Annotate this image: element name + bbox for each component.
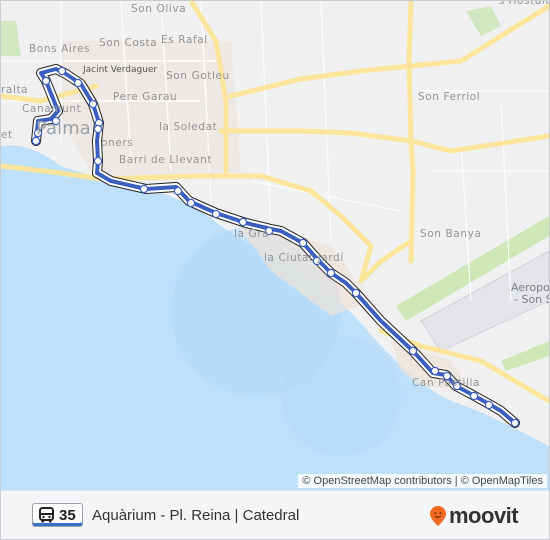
place-label: la Soledat [159,121,218,133]
moovit-pin-icon [430,506,446,526]
place-label: Can Pastilla [412,377,481,389]
bus-stop-marker[interactable] [238,217,248,227]
place-label: Bons Aires [29,43,91,55]
route-badge: 35 [32,503,83,527]
bus-stop-marker[interactable] [57,66,67,76]
bus-stop-marker[interactable] [484,400,494,410]
route-map[interactable]: Son Oliva Bons Aires Son Costa Es Rafal … [1,1,549,490]
bus-stop-marker[interactable] [510,418,520,428]
bus-stop-marker[interactable] [93,124,103,134]
bus-stop-marker[interactable] [186,198,196,208]
place-label: oners [101,137,134,149]
map-card: Son Oliva Bons Aires Son Costa Es Rafal … [0,0,550,540]
bus-icon [39,507,54,523]
place-label: Son Banya [420,228,482,240]
bus-stop-marker[interactable] [326,268,336,278]
place-label: s'Hostalot [499,1,549,7]
place-label: Jacint Verdaguer [83,65,158,75]
place-label: Barri de Llevant [119,154,213,166]
moovit-logo[interactable]: moovit [429,503,519,528]
bus-stop-marker[interactable] [73,78,83,88]
place-label: et [1,129,13,141]
place-label: Es Rafal [161,34,208,46]
bus-stop-marker[interactable] [139,184,149,194]
place-label: Pere Garau [113,91,178,103]
bus-stop-marker[interactable] [88,99,98,109]
route-name: Aquàrium - Pl. Reina | Catedral [92,507,300,524]
bus-stop-marker[interactable] [173,186,183,196]
bus-stop-marker[interactable] [351,288,361,298]
bus-stop-marker[interactable] [408,346,418,356]
place-label: la Gra [234,228,270,240]
route-number: 35 [59,506,76,524]
place-label: Son Oliva [131,3,187,15]
bus-stop-marker[interactable] [41,76,51,86]
place-label: Son Gotleu [166,70,230,82]
place-label: Son Costa [99,37,158,49]
map-attribution[interactable]: © OpenStreetMap contributors | © OpenMap… [298,474,547,488]
place-label: ralta [1,84,29,96]
place-label: - Son S [514,293,549,306]
bus-stop-marker[interactable] [211,209,221,219]
bus-stop-marker[interactable] [93,156,103,166]
place-label: Palma [36,118,91,139]
place-label: la Ciutat Jardí [264,252,344,264]
bus-stop-marker[interactable] [469,391,479,401]
place-label: Canamunt [22,103,82,115]
bus-stop-marker[interactable] [298,238,308,248]
moovit-wordmark: moovit [449,503,519,528]
place-label: Son Ferriol [418,91,481,103]
route-footer: 35 Aquàrium - Pl. Reina | Catedral moovi… [1,490,549,539]
bus-stop-marker[interactable] [430,366,440,376]
